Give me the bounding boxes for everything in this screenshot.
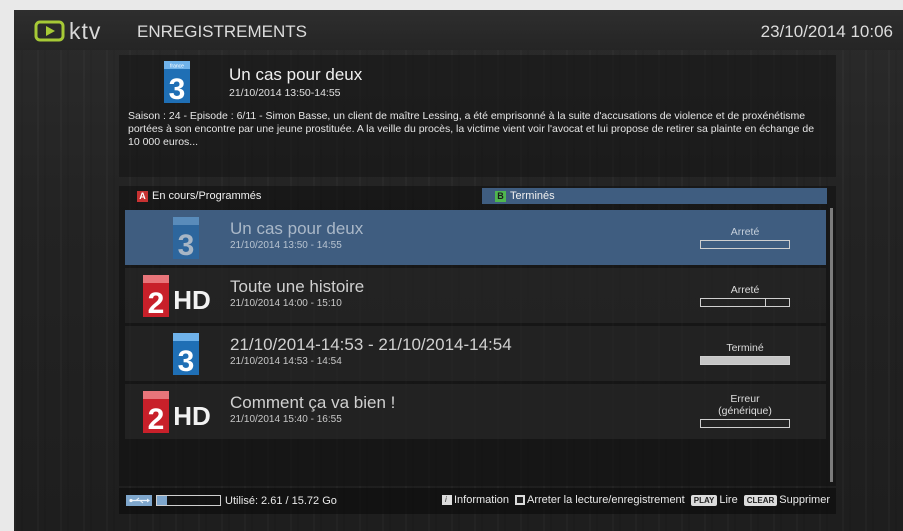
svg-text:2: 2 <box>148 403 165 435</box>
tab-bar: A En cours/Programmés B Terminés <box>119 186 836 206</box>
recording-status: Erreur (générique) <box>700 393 790 428</box>
recording-title: Comment ça va bien ! <box>230 393 396 412</box>
france3-logo-icon: 3 <box>143 215 217 262</box>
svg-text:HD: HD <box>173 285 211 315</box>
recordings-list-panel: A En cours/Programmés B Terminés 3 Un ca… <box>119 186 836 486</box>
list-scrollbar[interactable] <box>830 208 833 482</box>
recording-row[interactable]: 2 HD Toute une histoire 21/10/2014 14:00… <box>125 268 826 323</box>
storage-usage-bar <box>156 495 221 506</box>
info-key-icon: i <box>441 495 452 505</box>
storage-usage-text: Utilisé: 2.61 / 15.72 Go <box>225 495 337 507</box>
green-key-icon: B <box>495 190 506 202</box>
program-description: Saison : 24 - Episode : 6/11 - Simon Bas… <box>128 110 815 148</box>
status-label: Arreté <box>730 226 760 238</box>
recording-progress-bar <box>700 419 790 428</box>
tab-finished[interactable]: B Terminés <box>482 188 827 204</box>
recording-progress-bar <box>700 356 790 365</box>
svg-text:HD: HD <box>173 401 211 431</box>
recording-progress-bar <box>700 298 790 307</box>
svg-text:france: france <box>170 64 184 70</box>
play-icon <box>34 20 65 42</box>
recording-time: 21/10/2014 14:53 - 14:54 <box>230 356 342 367</box>
recording-title: Toute une histoire <box>230 277 365 296</box>
recording-title: 21/10/2014-14:53 - 21/10/2014-14:54 <box>230 335 512 354</box>
tab-label: Terminés <box>510 190 555 202</box>
france2hd-logo-icon: 2 HD <box>143 273 217 320</box>
progress-fill <box>701 299 767 306</box>
stop-key-icon <box>515 495 525 505</box>
svg-text:3: 3 <box>169 73 186 103</box>
usb-icon <box>126 495 152 506</box>
info-label: Information <box>453 494 509 506</box>
recording-progress-bar <box>700 240 790 249</box>
program-title: Un cas pour deux <box>229 65 363 84</box>
france2hd-logo-icon: 2 HD <box>143 389 217 436</box>
recording-status: Terminé <box>700 342 790 365</box>
red-key-icon: A <box>137 190 148 202</box>
france3-logo-icon: france 3 <box>164 61 190 108</box>
status-label: Terminé <box>726 342 764 354</box>
recording-time: 21/10/2014 13:50 - 14:55 <box>230 240 342 251</box>
recording-time: 21/10/2014 15:40 - 16:55 <box>230 414 342 425</box>
storage-usage-fill <box>157 496 168 505</box>
svg-text:3: 3 <box>178 345 195 377</box>
key-legend: i Information Arreter la lecture/enregis… <box>441 494 830 506</box>
play-label: Lire <box>719 494 738 506</box>
recording-row[interactable]: 2 HD Comment ça va bien ! 21/10/2014 15:… <box>125 384 826 439</box>
status-label: Erreur (générique) <box>718 393 772 417</box>
scrollbar-thumb[interactable] <box>830 208 833 482</box>
recording-row[interactable]: 3 21/10/2014-14:53 - 21/10/2014-14:54 21… <box>125 326 826 381</box>
clear-key-icon: CLEAR <box>743 494 778 506</box>
page-title: ENREGISTREMENTS <box>137 22 308 41</box>
program-time: 21/10/2014 13:50-14:55 <box>229 87 341 99</box>
france3-logo-icon: 3 <box>143 331 217 378</box>
svg-text:2: 2 <box>148 287 165 319</box>
status-footer: Utilisé: 2.61 / 15.72 Go i Information A… <box>119 488 836 514</box>
recordings-screen: ktv ENREGISTREMENTS 23/10/2014 10:06 fra… <box>14 10 903 531</box>
clear-label: Supprimer <box>779 494 830 506</box>
recording-row[interactable]: 3 Un cas pour deux 21/10/2014 13:50 - 14… <box>125 210 826 265</box>
tab-label: En cours/Programmés <box>152 190 262 202</box>
play-key-icon: PLAY <box>690 494 718 506</box>
logo-text: ktv <box>69 18 102 44</box>
recording-status: Arreté <box>700 284 790 307</box>
progress-fill <box>701 357 789 364</box>
svg-text:3: 3 <box>178 229 195 261</box>
top-bar: ktv ENREGISTREMENTS 23/10/2014 10:06 <box>14 10 903 50</box>
clock: 23/10/2014 10:06 <box>760 22 893 41</box>
recording-status: Arreté <box>700 226 790 249</box>
ktv-logo: ktv <box>34 19 101 43</box>
stop-label: Arreter la lecture/enregistrement <box>527 494 685 506</box>
status-label: Arreté <box>730 284 760 296</box>
program-detail-panel: france 3 Un cas pour deux 21/10/2014 13:… <box>119 55 836 177</box>
tab-in-progress[interactable]: A En cours/Programmés <box>137 188 261 204</box>
recording-time: 21/10/2014 14:00 - 15:10 <box>230 298 342 309</box>
recording-title: Un cas pour deux <box>230 219 364 238</box>
